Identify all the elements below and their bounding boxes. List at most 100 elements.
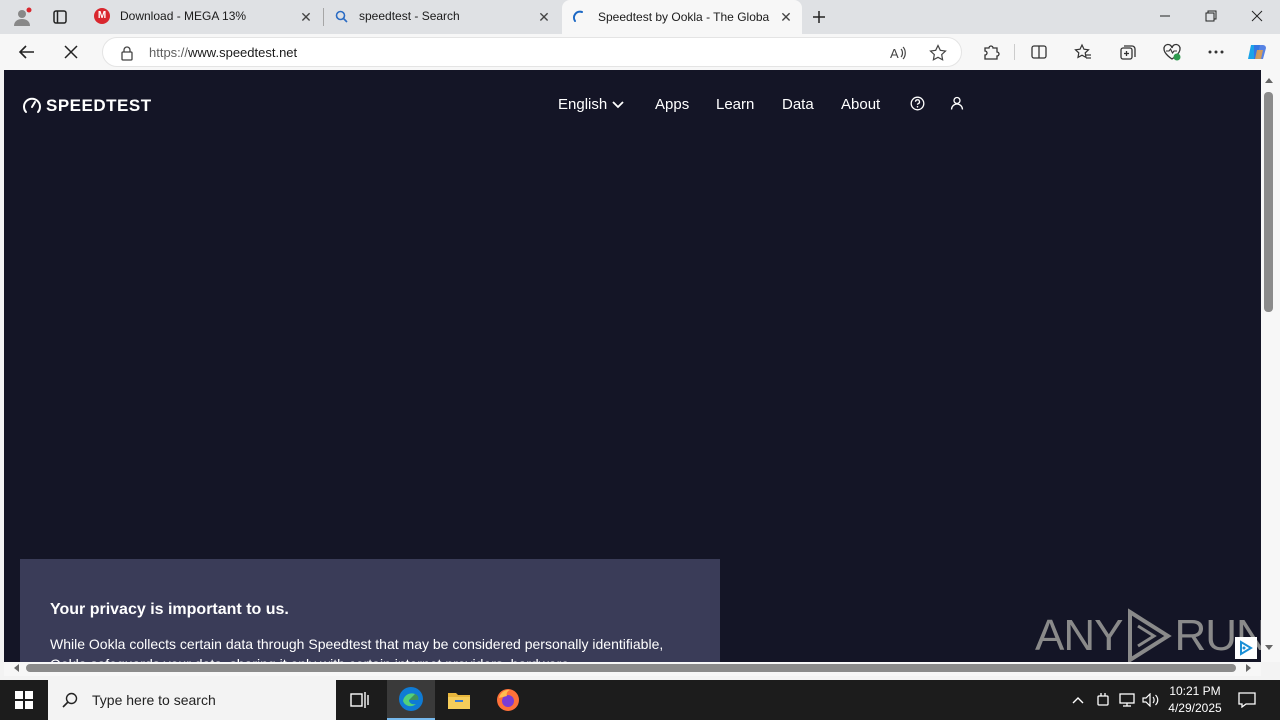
split-screen-button[interactable]: [1026, 39, 1052, 65]
minimize-icon: [1160, 15, 1170, 17]
plus-icon: [813, 11, 825, 23]
scroll-up-icon[interactable]: [1264, 76, 1274, 84]
url-host: www.speedtest.net: [188, 45, 298, 60]
new-tab-button[interactable]: [804, 1, 834, 33]
toolbar-divider: [1014, 44, 1015, 60]
search-placeholder: Type here to search: [92, 692, 216, 708]
tab-title: Download - MEGA 13%: [120, 9, 247, 23]
tray-device-icon-button[interactable]: [1093, 690, 1113, 710]
network-button[interactable]: [1117, 690, 1137, 710]
url-bar[interactable]: https://www.speedtest.net A: [102, 37, 962, 67]
scroll-down-icon[interactable]: [1264, 644, 1274, 652]
privacy-banner: Your privacy is important to us. While O…: [20, 559, 720, 662]
lock-icon[interactable]: [120, 45, 134, 61]
scroll-right-icon[interactable]: [1245, 663, 1253, 673]
extensions-button[interactable]: [978, 39, 1004, 65]
tab-speedtest-ookla[interactable]: Speedtest by Ookla - The Global ✕: [562, 0, 802, 34]
task-view-button[interactable]: [336, 680, 384, 720]
windows-taskbar: Type here to search 10:21 PM 4/29/2025: [0, 680, 1280, 720]
profile-icon: [14, 7, 32, 26]
restore-icon: [1205, 10, 1217, 22]
puzzle-icon: [984, 45, 1000, 60]
star-icon[interactable]: [929, 44, 947, 62]
tab-strip: M Download - MEGA 13% ✕ speedtest - Sear…: [0, 0, 1280, 34]
language-selector[interactable]: English: [558, 96, 624, 113]
user-account-icon[interactable]: [950, 96, 964, 110]
stop-loading-button[interactable]: [56, 38, 86, 66]
tab-actions-button[interactable]: [44, 1, 76, 33]
volume-button[interactable]: [1141, 690, 1161, 710]
favorites-button[interactable]: [1070, 39, 1096, 65]
heartbeat-icon: [1163, 43, 1181, 61]
collections-icon: [1120, 45, 1136, 60]
profile-button[interactable]: [4, 1, 40, 33]
back-button[interactable]: [12, 38, 42, 66]
favorites-icon: [1074, 43, 1091, 59]
language-label: English: [558, 96, 608, 113]
copilot-button[interactable]: [1244, 39, 1270, 65]
chevron-down-icon: [612, 100, 624, 108]
scroll-left-icon[interactable]: [12, 663, 20, 673]
adchoices-badge[interactable]: [1235, 637, 1257, 659]
close-icon: [1251, 10, 1263, 22]
network-icon: [1119, 693, 1135, 707]
nav-apps[interactable]: Apps: [655, 96, 689, 113]
collections-button[interactable]: [1115, 39, 1141, 65]
tab-speedtest-search[interactable]: speedtest - Search ✕: [324, 0, 560, 33]
browser-essentials-button[interactable]: [1159, 39, 1185, 65]
tab-actions-icon: [53, 10, 67, 24]
privacy-body: While Ookla collects certain data throug…: [50, 636, 664, 662]
restore-button[interactable]: [1188, 0, 1234, 32]
windows-logo-icon: [15, 691, 33, 709]
taskbar-edge[interactable]: [387, 680, 435, 720]
mega-icon: M: [94, 8, 110, 24]
taskbar-search-box[interactable]: Type here to search: [48, 680, 336, 720]
show-hidden-icons-button[interactable]: [1068, 690, 1088, 710]
logo-text: SPEEDTEST: [46, 96, 152, 115]
notification-icon: [1238, 692, 1256, 708]
search-icon: [335, 10, 348, 23]
nav-data[interactable]: Data: [782, 96, 814, 113]
url-scheme: https://: [149, 45, 189, 60]
search-icon: [62, 692, 78, 708]
url-text[interactable]: https://www.speedtest.net: [149, 45, 297, 60]
anyrun-watermark: ANY RUN: [1035, 608, 1268, 664]
horizontal-scroll-thumb[interactable]: [26, 664, 1236, 672]
taskbar-firefox[interactable]: [484, 680, 532, 720]
firefox-icon: [497, 689, 519, 711]
close-icon: [64, 45, 78, 59]
settings-more-button[interactable]: [1203, 39, 1229, 65]
close-tab-icon[interactable]: ✕: [778, 9, 794, 25]
start-button[interactable]: [0, 680, 48, 720]
clock-time: 10:21 PM: [1169, 684, 1221, 698]
speedtest-logo[interactable]: SPEEDTEST: [22, 96, 152, 116]
notifications-button[interactable]: [1237, 690, 1257, 710]
close-window-button[interactable]: [1234, 0, 1280, 32]
split-screen-icon: [1031, 45, 1047, 59]
arrow-left-icon: [18, 45, 34, 59]
clock-date: 4/29/2025: [1168, 701, 1222, 715]
close-tab-icon[interactable]: ✕: [536, 9, 552, 25]
tab-mega-download[interactable]: M Download - MEGA 13% ✕: [84, 0, 322, 33]
loading-icon: [572, 10, 583, 22]
vertical-scroll-thumb[interactable]: [1264, 92, 1273, 312]
nav-learn[interactable]: Learn: [716, 96, 754, 113]
webpage-viewport: SPEEDTEST English Apps Learn Data About …: [4, 70, 1261, 662]
nav-about[interactable]: About: [841, 96, 880, 113]
speaker-icon: [1142, 693, 1159, 707]
close-tab-icon[interactable]: ✕: [298, 9, 314, 25]
system-clock[interactable]: 10:21 PM 4/29/2025: [1164, 683, 1226, 717]
read-aloud-icon[interactable]: A: [889, 44, 907, 62]
watermark-text-left: ANY: [1035, 611, 1123, 660]
task-view-icon: [350, 692, 369, 708]
taskbar-file-explorer[interactable]: [435, 680, 483, 720]
tab-title: Speedtest by Ookla - The Global: [598, 10, 770, 24]
svg-text:A: A: [890, 46, 899, 61]
minimize-button[interactable]: [1142, 0, 1188, 32]
help-icon[interactable]: [910, 96, 925, 111]
edge-icon: [399, 687, 423, 711]
play-logo-icon: [1128, 608, 1173, 664]
more-icon: [1208, 50, 1224, 54]
speedometer-icon: [23, 97, 41, 113]
adchoices-icon: [1240, 640, 1253, 656]
